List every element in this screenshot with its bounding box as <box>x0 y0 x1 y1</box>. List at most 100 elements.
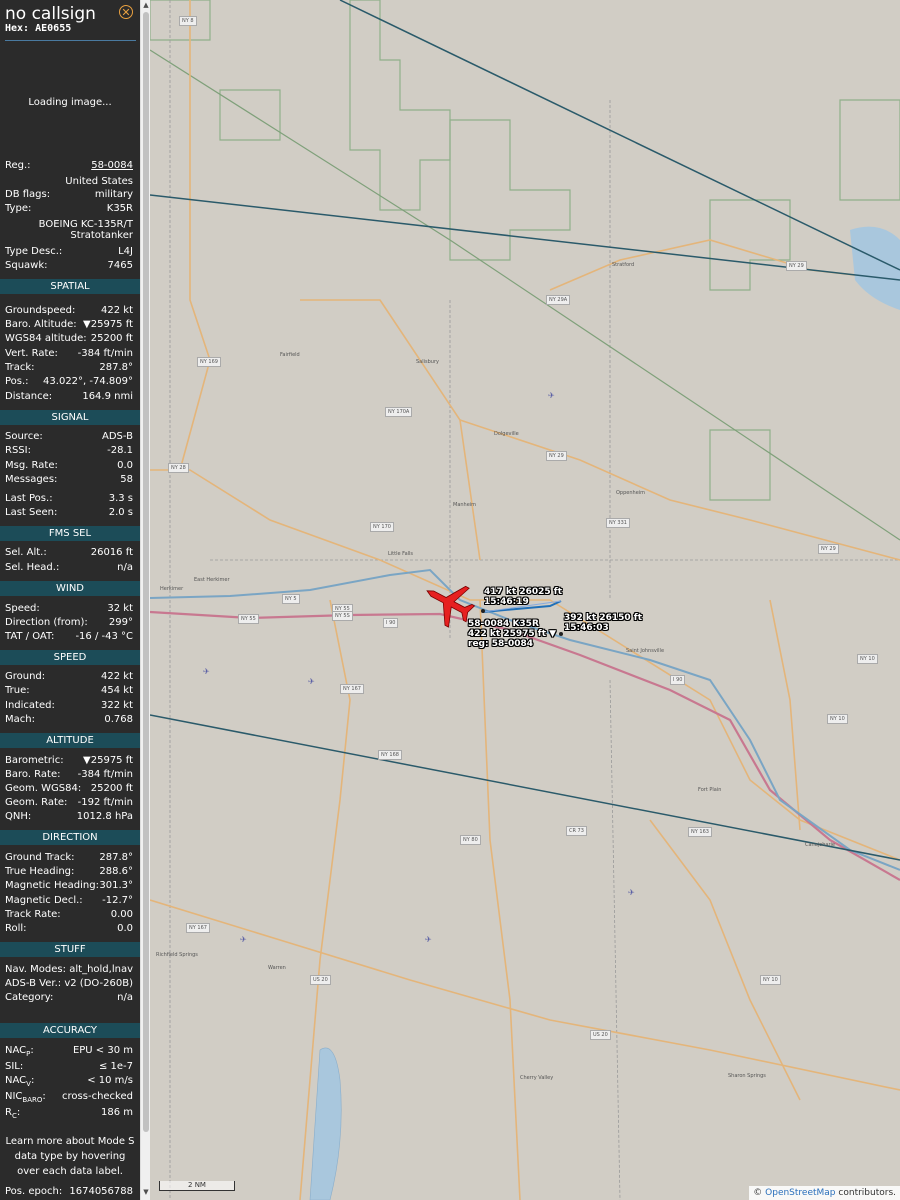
place-label: Fort Plain <box>698 787 722 793</box>
track-point-b <box>559 632 563 636</box>
section-signal: SIGNAL <box>0 410 140 425</box>
data-row: Ground: 422 kt <box>5 671 133 682</box>
map-scale: 2 NM <box>159 1181 235 1191</box>
data-row: Distance: 164.9 nmi <box>5 391 133 402</box>
road-shield: NY 29A <box>546 295 571 305</box>
data-row: Magnetic Heading: 301.3° <box>5 880 133 891</box>
data-row: NICBARO: cross-checked <box>5 1091 133 1104</box>
callsign: no callsign <box>5 4 96 24</box>
data-row: Sel. Alt.: 26016 ft <box>5 547 133 558</box>
place-label: Canajoharie <box>805 842 835 848</box>
data-row: ADS-B Ver.: v2 (DO-260B) <box>5 978 133 989</box>
data-row: Last Pos.: 3.3 s <box>5 493 133 504</box>
place-label: Saint Johnsville <box>626 648 665 654</box>
data-row: Nav. Modes: alt_hold,lnav <box>5 964 133 975</box>
data-row: QNH: 1012.8 hPa <box>5 811 133 822</box>
place-label: Salisbury <box>416 359 439 365</box>
data-row: TAT / OAT: -16 / -43 °C <box>5 631 133 642</box>
road-shield: NY 8 <box>179 16 197 26</box>
map-view[interactable]: ✈ ✈ ✈ ✈ ✈ ✈ Herkimer East Herkimer Littl… <box>150 0 900 1200</box>
data-row: Category: n/a <box>5 992 133 1003</box>
reg-link[interactable]: 58-0084 <box>91 159 133 173</box>
data-row: Mach: 0.768 <box>5 714 133 725</box>
data-row: SIL: ≤ 1e-7 <box>5 1061 133 1072</box>
data-row: Groundspeed: 422 kt <box>5 305 133 316</box>
data-row: Last Seen: 2.0 s <box>5 507 133 518</box>
place-label: Oppenheim <box>616 490 646 496</box>
road-shield: NY 170 <box>370 522 394 532</box>
track-label-b: 392 kt 26150 ft 15:46:03 <box>564 613 643 633</box>
type-row: Type: K35R <box>5 203 133 214</box>
place-label: Little Falls <box>388 551 414 557</box>
data-row: Roll: 0.0 <box>5 923 133 934</box>
place-label: Herkimer <box>160 586 184 592</box>
scroll-down-icon[interactable]: ▼ <box>142 1188 150 1196</box>
place-label: Stratford <box>612 262 635 268</box>
pos-epoch-row: Pos. epoch: 1674056788 <box>5 1186 133 1197</box>
data-row: RSSI: -28.1 <box>5 445 133 456</box>
data-row: True Heading: 288.6° <box>5 866 133 877</box>
help-note: Learn more about Mode S data type by hov… <box>5 1136 135 1177</box>
scroll-up-icon[interactable]: ▲ <box>142 1 150 9</box>
road-shield: US 20 <box>310 975 331 985</box>
airfield-icon: ✈ <box>308 677 315 686</box>
road-shield: NY 10 <box>857 654 878 664</box>
airfield-icon: ✈ <box>628 888 635 897</box>
squawk-row: Squawk: 7465 <box>5 260 133 271</box>
data-row: Msg. Rate: 0.0 <box>5 460 133 471</box>
aircraft-info-panel: no callsign Hex: AE0655 ✕ Loading image.… <box>0 0 140 1200</box>
road-shield: NY 28 <box>168 463 189 473</box>
section-altitude: ALTITUDE <box>0 733 140 748</box>
section-direction: DIRECTION <box>0 830 140 845</box>
road-shield: NY 167 <box>186 923 210 933</box>
road-shield: US 20 <box>590 1030 611 1040</box>
data-row: Baro. Rate: -384 ft/min <box>5 769 133 780</box>
road-shield: CR 73 <box>566 826 587 836</box>
track-point-a <box>481 609 485 613</box>
header-divider <box>5 40 136 41</box>
data-row: Source: ADS-B <box>5 431 133 442</box>
data-row: Sel. Head.: n/a <box>5 562 133 573</box>
road-shield: NY 167 <box>340 684 364 694</box>
data-row: Messages: 58 <box>5 474 133 485</box>
type-desc-row: Type Desc.: L4J <box>5 246 133 257</box>
road-shield: I 90 <box>670 675 686 685</box>
road-shield: NY 10 <box>760 975 781 985</box>
road-shield: NY 80 <box>460 835 481 845</box>
country: United States <box>65 176 133 187</box>
road-shield: NY 168 <box>378 750 402 760</box>
section-accuracy: ACCURACY <box>0 1023 140 1038</box>
road-shield: NY 10 <box>827 714 848 724</box>
road-shield: NY 5 <box>282 594 300 604</box>
road-shield: NY 29 <box>818 544 839 554</box>
road-shield: I 90 <box>383 618 399 628</box>
scrollbar-thumb[interactable] <box>143 12 149 1132</box>
road-shield: NY 55 <box>238 614 259 624</box>
data-row: Baro. Altitude: ▼25975 ft <box>5 319 133 330</box>
data-row: NACV: < 10 m/s <box>5 1075 133 1088</box>
road-shield: NY 29 <box>786 261 807 271</box>
data-row: Direction (from): 299° <box>5 617 133 628</box>
aircraft-label[interactable]: 58-0084 K35R 422 kt 25975 ft ▼ reg: 58-0… <box>468 619 556 649</box>
hex-code: Hex: AE0655 <box>5 23 72 34</box>
map-attribution: © OpenStreetMap contributors. <box>749 1186 900 1200</box>
data-row: NACP: EPU < 30 m <box>5 1045 133 1058</box>
data-row: True: 454 kt <box>5 685 133 696</box>
place-label: Fairfield <box>280 352 300 358</box>
data-row: Track Rate: 0.00 <box>5 909 133 920</box>
reg-row: Reg.: 58-0084 <box>5 159 133 173</box>
osm-link[interactable]: OpenStreetMap <box>765 1188 835 1198</box>
road-shield: NY 29 <box>546 451 567 461</box>
airfield-icon: ✈ <box>548 391 555 400</box>
place-label: East Herkimer <box>194 577 230 583</box>
type-name-2: Stratotanker <box>70 230 133 241</box>
data-row: RC: 186 m <box>5 1107 133 1120</box>
road-shield: NY 163 <box>688 827 712 837</box>
road-shield: NY 5S <box>332 611 353 621</box>
section-stuff: STUFF <box>0 942 140 957</box>
section-spatial: SPATIAL <box>0 279 140 294</box>
track-label-a: 417 kt 26025 ft 15:46:19 <box>484 587 563 607</box>
close-icon[interactable]: ✕ <box>119 5 133 19</box>
road-shield: NY 170A <box>385 407 413 417</box>
data-row: Pos.: 43.022°, -74.809° <box>5 376 133 387</box>
